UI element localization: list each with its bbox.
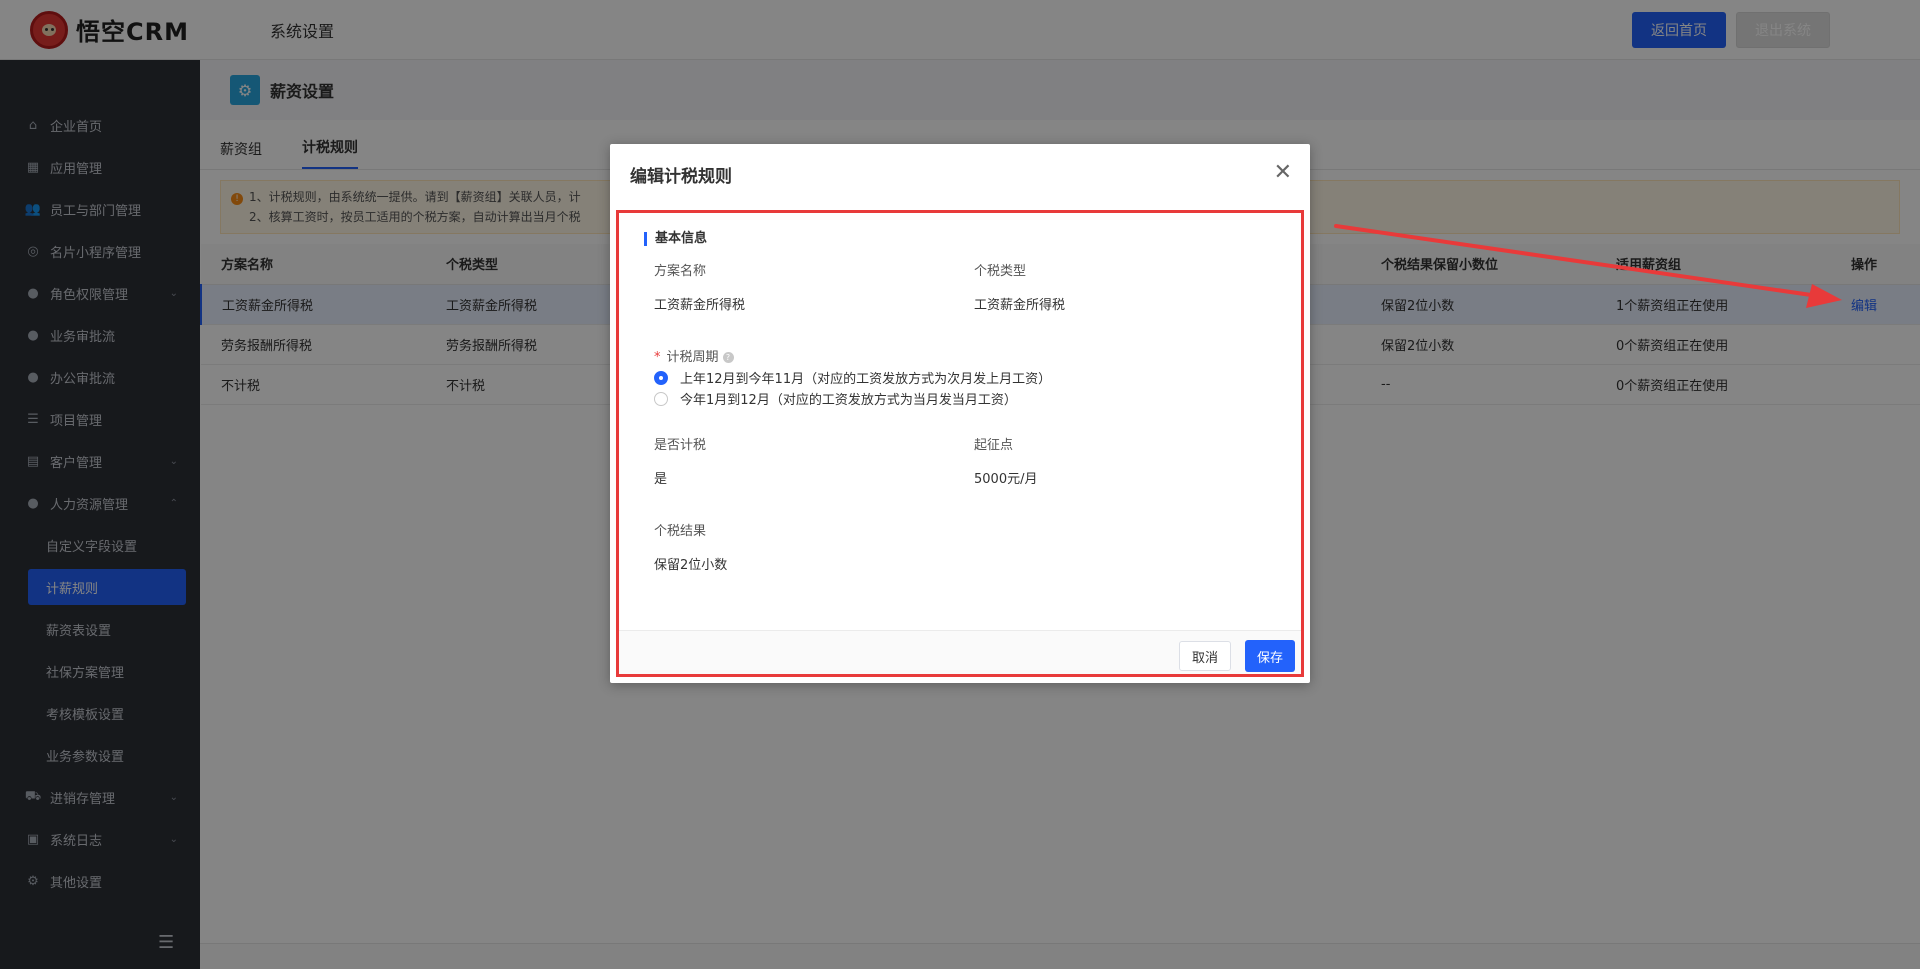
highlight-box [616,210,1304,677]
period-option-2[interactable]: 今年1月到12月（对应的工资发放方式为当月发当月工资） [654,389,1017,408]
close-icon[interactable]: ✕ [1274,162,1292,184]
is-tax-value: 是 [654,472,668,487]
dialog-footer: 取消 保存 [619,630,1301,674]
period-option-label: 今年1月到12月（对应的工资发放方式为当月发当月工资） [680,393,1017,408]
threshold-label: 起征点 [974,438,1014,453]
plan-name-label: 方案名称 [654,264,707,279]
tax-type-label: 个税类型 [974,264,1027,279]
plan-name-value: 工资薪金所得税 [654,298,746,313]
annotation-arrow-icon [1334,224,1842,308]
help-icon[interactable]: ? [722,352,734,363]
tax-result-label: 个税结果 [654,524,707,539]
dialog-title: 编辑计税规则 [630,166,732,187]
period-option-label: 上年12月到今年11月（对应的工资发放方式为次月发上月工资） [680,372,1052,387]
radio-checked-icon[interactable] [654,370,668,385]
is-tax-label: 是否计税 [654,438,707,453]
edit-tax-rule-dialog: 编辑计税规则 ✕ 基本信息 方案名称 工资薪金所得税 个税类型 工资薪金所得税 … [610,144,1310,683]
radio-unchecked-icon[interactable] [654,391,668,406]
period-option-1[interactable]: 上年12月到今年11月（对应的工资发放方式为次月发上月工资） [654,368,1051,387]
tax-type-value: 工资薪金所得税 [974,298,1066,313]
save-button[interactable]: 保存 [1244,640,1295,672]
cancel-button[interactable]: 取消 [1178,641,1231,671]
tax-result-value: 保留2位小数 [654,558,728,573]
dialog-header: 编辑计税规则 [610,144,1310,204]
threshold-value: 5000元/月 [974,472,1038,487]
tax-period-label: * 计税周期? [654,346,734,365]
required-marker: * [654,350,661,365]
section-title: 基本信息 [644,232,707,246]
